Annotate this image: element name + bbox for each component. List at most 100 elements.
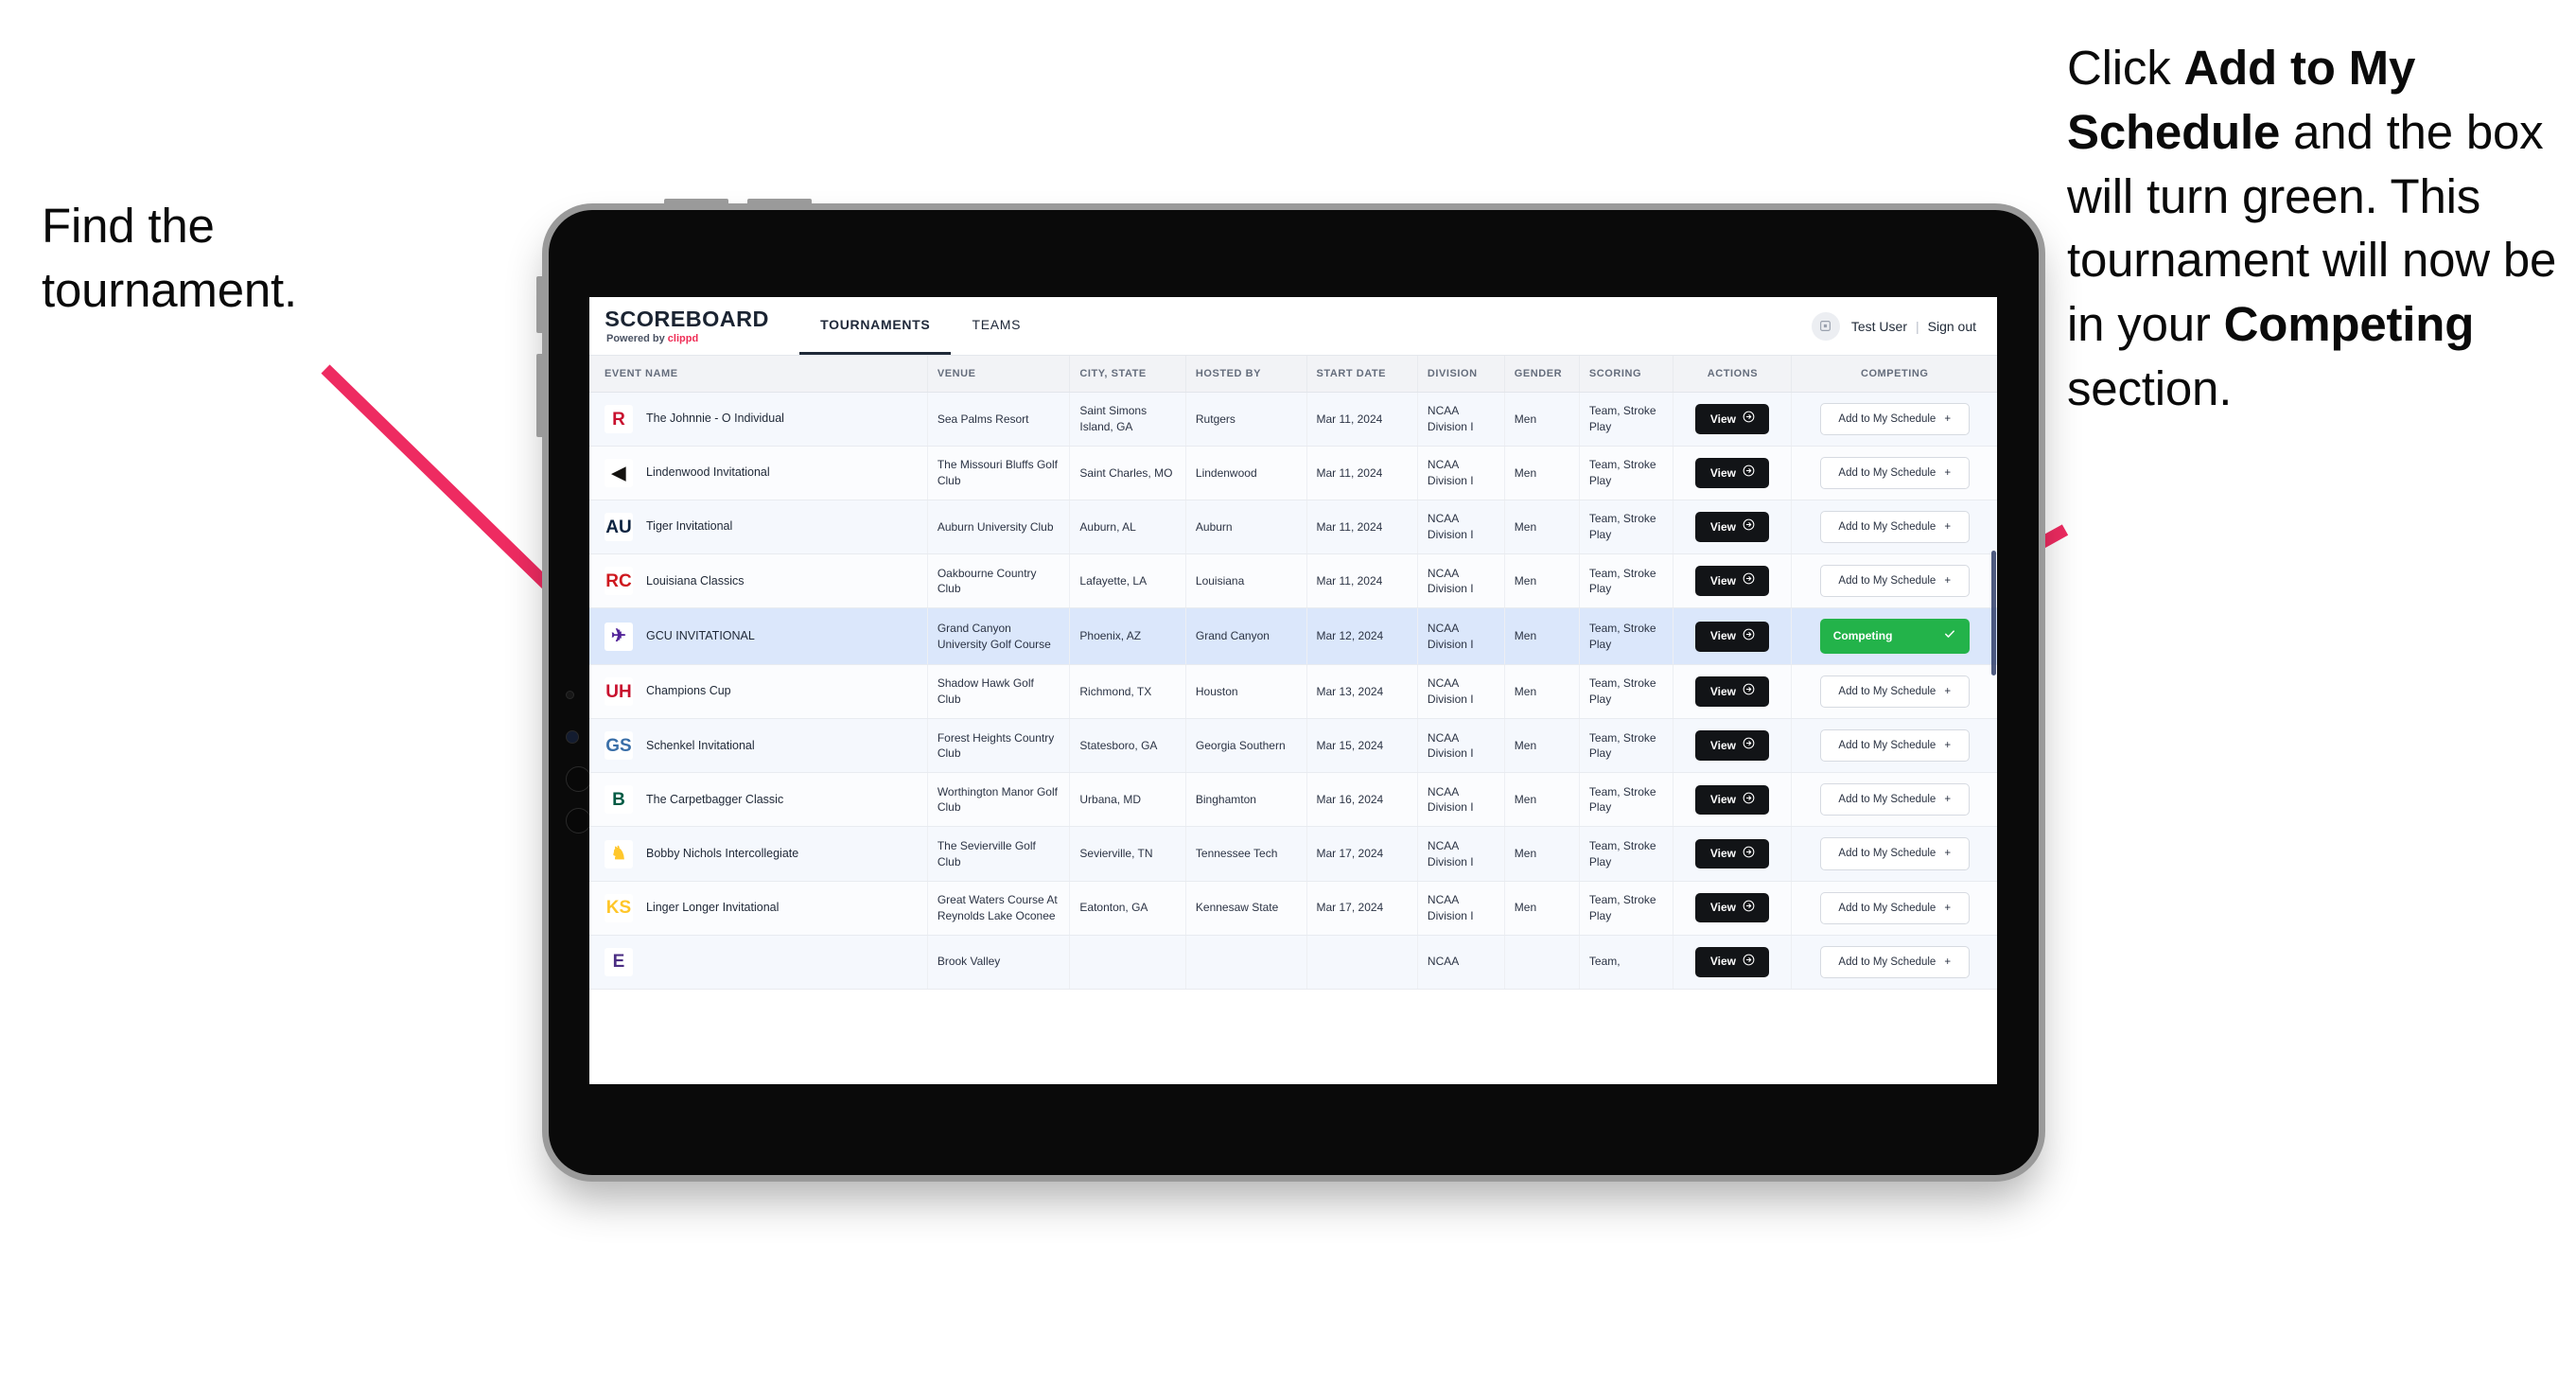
col-gender[interactable]: GENDER xyxy=(1504,356,1580,393)
cell-venue: Auburn University Club xyxy=(927,500,1071,555)
annotation-right-part3: section. xyxy=(2067,361,2233,416)
add-to-my-schedule-label: Add to My Schedule xyxy=(1838,794,1936,806)
cell-scoring: Team, Stroke Play xyxy=(1579,664,1674,720)
table-row[interactable]: ♞ Bobby Nichols Intercollegiate The Sevi… xyxy=(589,826,1997,882)
table-row[interactable]: E Brook Valley NCAA Team, View Add to My… xyxy=(589,935,1997,990)
arrow-circle-right-icon xyxy=(1743,518,1755,535)
add-to-my-schedule-button[interactable]: Add to My Schedule + xyxy=(1819,837,1970,870)
col-venue[interactable]: VENUE xyxy=(927,356,1071,393)
add-to-my-schedule-button[interactable]: Add to My Schedule + xyxy=(1819,403,1970,436)
tablet-device: SCOREBOARD Powered by clippd TOURNAMENTS… xyxy=(536,199,2039,1175)
table-row[interactable]: KS Linger Longer Invitational Great Wate… xyxy=(589,881,1997,936)
vertical-scrollbar[interactable] xyxy=(1991,551,1996,675)
view-button[interactable]: View xyxy=(1695,676,1770,708)
col-city-state[interactable]: CITY, STATE xyxy=(1069,356,1186,393)
team-logo-icon: ✈ xyxy=(605,622,633,651)
cell-division: NCAA Division I xyxy=(1417,392,1505,447)
view-button[interactable]: View xyxy=(1695,784,1770,816)
tab-teams[interactable]: TEAMS xyxy=(951,297,1042,355)
col-event-name[interactable]: EVENT NAME xyxy=(589,356,928,393)
plus-icon: + xyxy=(1944,686,1952,698)
cell-venue: Brook Valley xyxy=(927,935,1071,990)
cell-event-name: ✈ GCU INVITATIONAL xyxy=(589,607,928,666)
side-button[interactable] xyxy=(536,354,544,437)
power-button[interactable] xyxy=(536,276,544,333)
add-to-my-schedule-button[interactable]: Add to My Schedule + xyxy=(1819,783,1970,816)
cell-competing: Add to My Schedule + xyxy=(1791,446,1997,501)
team-logo-icon: R xyxy=(605,405,633,434)
table-row[interactable]: ◀ Lindenwood Invitational The Missouri B… xyxy=(589,446,1997,501)
table-row[interactable]: GS Schenkel Invitational Forest Heights … xyxy=(589,718,1997,774)
add-to-my-schedule-button[interactable]: Add to My Schedule + xyxy=(1819,891,1970,924)
col-hosted-by[interactable]: HOSTED BY xyxy=(1185,356,1307,393)
brand-powered-name: clippd xyxy=(667,332,699,344)
event-name-label: Lindenwood Invitational xyxy=(646,465,770,480)
view-button[interactable]: View xyxy=(1695,512,1770,543)
cell-city-state: Lafayette, LA xyxy=(1069,553,1186,609)
view-button[interactable]: View xyxy=(1695,730,1770,762)
view-button[interactable]: View xyxy=(1695,458,1770,489)
cell-event-name: ♞ Bobby Nichols Intercollegiate xyxy=(589,826,928,882)
cell-event-name: KS Linger Longer Invitational xyxy=(589,881,928,936)
app-header: SCOREBOARD Powered by clippd TOURNAMENTS… xyxy=(589,297,1997,356)
col-scoring[interactable]: SCORING xyxy=(1579,356,1674,393)
add-to-my-schedule-button[interactable]: Add to My Schedule + xyxy=(1819,565,1970,598)
cell-start-date: Mar 11, 2024 xyxy=(1306,553,1418,609)
view-button[interactable]: View xyxy=(1695,566,1770,597)
cell-scoring: Team, Stroke Play xyxy=(1579,607,1674,666)
cell-competing: Add to My Schedule + xyxy=(1791,500,1997,555)
cell-gender: Men xyxy=(1504,392,1580,447)
add-to-my-schedule-button[interactable]: Add to My Schedule + xyxy=(1819,729,1970,763)
table-row[interactable]: B The Carpetbagger Classic Worthington M… xyxy=(589,772,1997,828)
cell-actions: View xyxy=(1673,553,1793,609)
cell-division: NCAA Division I xyxy=(1417,553,1505,609)
table-row[interactable]: UH Champions Cup Shadow Hawk Golf Club R… xyxy=(589,664,1997,720)
cell-actions: View xyxy=(1673,500,1793,555)
team-logo-icon: KS xyxy=(605,893,633,922)
table-row[interactable]: AU Tiger Invitational Auburn University … xyxy=(589,500,1997,555)
plus-icon: + xyxy=(1944,848,1952,860)
table-row[interactable]: RC Louisiana Classics Oakbourne Country … xyxy=(589,553,1997,609)
cell-venue: Shadow Hawk Golf Club xyxy=(927,664,1071,720)
user-avatar-icon[interactable] xyxy=(1811,311,1840,341)
brand-logo[interactable]: SCOREBOARD Powered by clippd xyxy=(605,297,799,355)
volume-up-button[interactable] xyxy=(664,199,728,206)
cell-start-date xyxy=(1306,935,1418,990)
table-row[interactable]: ✈ GCU INVITATIONAL Grand Canyon Universi… xyxy=(589,607,1997,666)
view-button[interactable]: View xyxy=(1695,404,1770,434)
table-row[interactable]: R The Johnnie - O Individual Sea Palms R… xyxy=(589,392,1997,447)
cell-actions: View xyxy=(1673,718,1793,774)
user-info: Test User | Sign out xyxy=(1851,319,1976,334)
add-to-my-schedule-label: Add to My Schedule xyxy=(1838,521,1936,534)
cell-gender: Men xyxy=(1504,881,1580,936)
view-button[interactable]: View xyxy=(1695,838,1770,869)
sign-out-link[interactable]: Sign out xyxy=(1928,319,1976,334)
cell-start-date: Mar 11, 2024 xyxy=(1306,446,1418,501)
view-button[interactable]: View xyxy=(1695,892,1770,923)
add-to-my-schedule-button[interactable]: Add to My Schedule + xyxy=(1819,457,1970,490)
add-to-my-schedule-label: Add to My Schedule xyxy=(1838,413,1936,425)
cell-start-date: Mar 11, 2024 xyxy=(1306,500,1418,555)
cell-venue: Oakbourne Country Club xyxy=(927,553,1071,609)
view-button[interactable]: View xyxy=(1695,621,1770,652)
tournaments-table-container[interactable]: EVENT NAME VENUE CITY, STATE HOSTED BY S… xyxy=(589,356,1997,1084)
cell-division: NCAA Division I xyxy=(1417,446,1505,501)
cell-scoring: Team, xyxy=(1579,935,1674,990)
competing-button[interactable]: Competing xyxy=(1819,619,1970,655)
cell-venue: Forest Heights Country Club xyxy=(927,718,1071,774)
volume-down-button[interactable] xyxy=(747,199,812,206)
col-division[interactable]: DIVISION xyxy=(1417,356,1505,393)
brand-title: SCOREBOARD xyxy=(605,306,769,331)
add-to-my-schedule-button[interactable]: Add to My Schedule + xyxy=(1819,945,1970,978)
cell-start-date: Mar 17, 2024 xyxy=(1306,826,1418,882)
col-start-date[interactable]: START DATE xyxy=(1306,356,1418,393)
arrow-circle-right-icon xyxy=(1743,411,1755,428)
add-to-my-schedule-button[interactable]: Add to My Schedule + xyxy=(1819,675,1970,709)
cell-hosted-by: Auburn xyxy=(1185,500,1307,555)
cell-event-name: RC Louisiana Classics xyxy=(589,553,928,609)
event-name-label: The Johnnie - O Individual xyxy=(646,412,784,426)
add-to-my-schedule-label: Add to My Schedule xyxy=(1838,902,1936,914)
tab-tournaments[interactable]: TOURNAMENTS xyxy=(799,297,952,355)
add-to-my-schedule-button[interactable]: Add to My Schedule + xyxy=(1819,511,1970,544)
view-button[interactable]: View xyxy=(1695,946,1770,977)
